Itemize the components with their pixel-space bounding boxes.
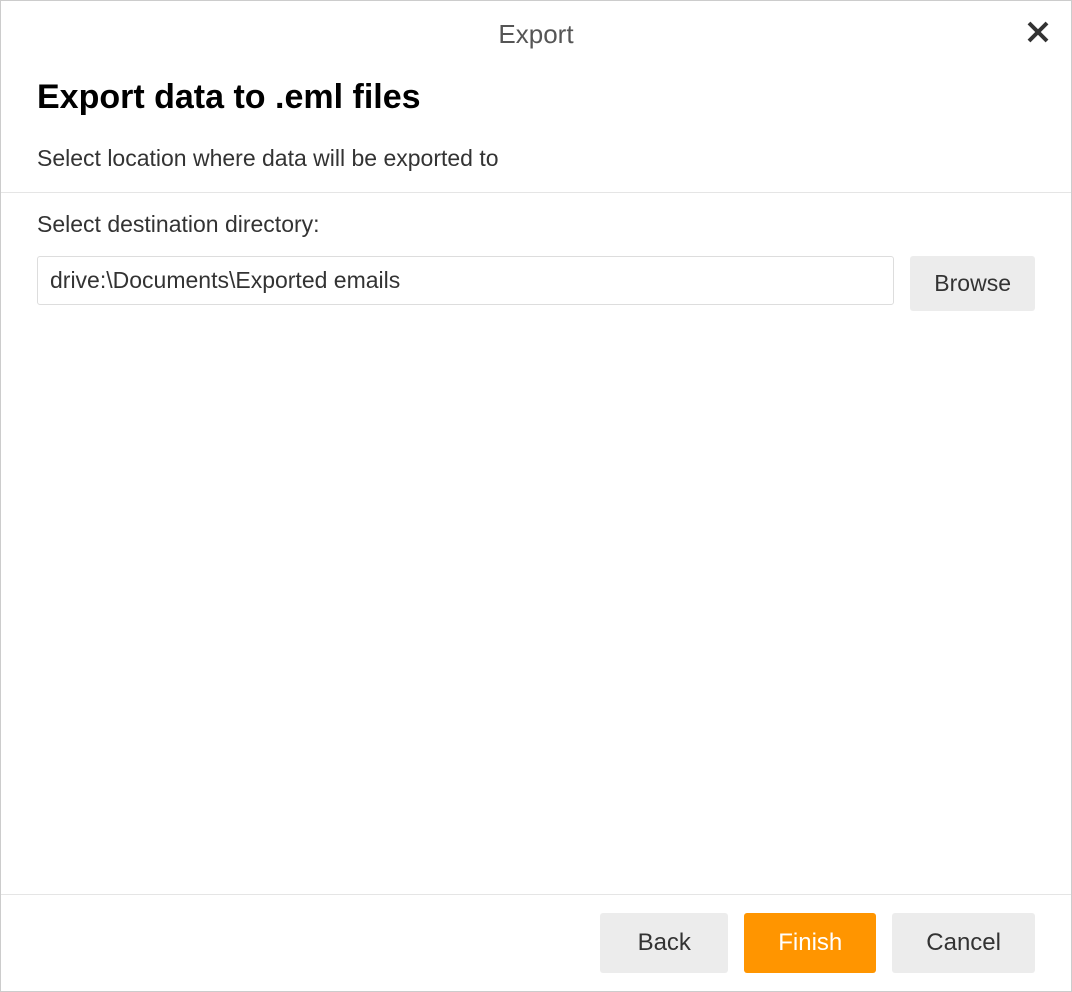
close-icon[interactable] — [1027, 15, 1049, 49]
destination-label: Select destination directory: — [37, 211, 1035, 238]
browse-button[interactable]: Browse — [910, 256, 1035, 311]
dialog-title: Export — [498, 19, 573, 49]
destination-path-input[interactable] — [37, 256, 894, 305]
export-dialog: Export Export data to .eml files Select … — [0, 0, 1072, 992]
page-heading: Export data to .eml files — [37, 78, 1035, 117]
sub-heading: Select location where data will be expor… — [37, 145, 1035, 172]
input-row: Browse — [37, 256, 1035, 311]
dialog-header: Export — [1, 1, 1071, 50]
finish-button[interactable]: Finish — [744, 913, 876, 973]
cancel-button[interactable]: Cancel — [892, 913, 1035, 973]
content-body: Select destination directory: Browse — [1, 193, 1071, 894]
dialog-footer: Back Finish Cancel — [1, 894, 1071, 991]
back-button[interactable]: Back — [600, 913, 728, 973]
content-header: Export data to .eml files Select locatio… — [1, 50, 1071, 192]
